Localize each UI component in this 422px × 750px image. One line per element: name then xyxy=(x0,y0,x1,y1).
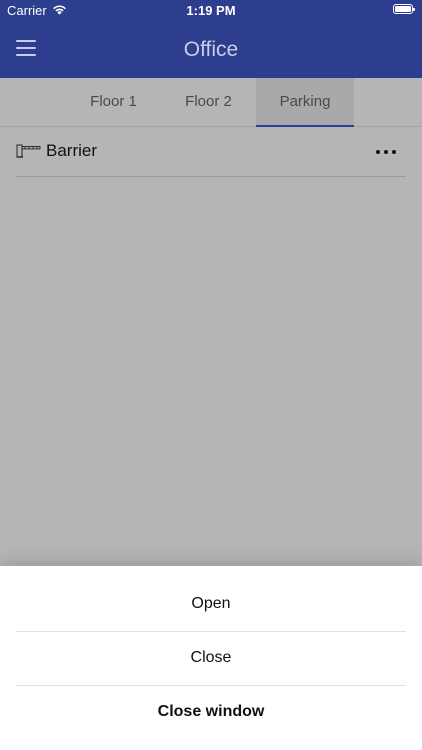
more-options-icon[interactable] xyxy=(376,149,396,155)
tab-floor-2[interactable]: Floor 2 xyxy=(161,78,256,126)
close-option[interactable]: Close xyxy=(16,631,406,686)
page-title: Office xyxy=(183,38,239,61)
status-time: 1:19 PM xyxy=(186,3,236,18)
close-window-option[interactable]: Close window xyxy=(16,685,406,739)
tab-parking[interactable]: Parking xyxy=(256,78,354,127)
open-option[interactable]: Open xyxy=(16,577,406,632)
barrier-gate-icon xyxy=(16,144,41,158)
tab-bar: Floor 1 Floor 2 Parking xyxy=(0,78,422,127)
app-bar: Office xyxy=(0,21,422,78)
list-item-barrier[interactable]: Barrier xyxy=(16,128,406,177)
tab-floor-1[interactable]: Floor 1 xyxy=(66,78,161,126)
status-bar: Carrier 1:19 PM xyxy=(0,0,422,21)
action-sheet: Open Close Close window xyxy=(0,566,422,750)
list-item-label: Barrier xyxy=(46,141,98,160)
battery-icon xyxy=(393,4,415,14)
